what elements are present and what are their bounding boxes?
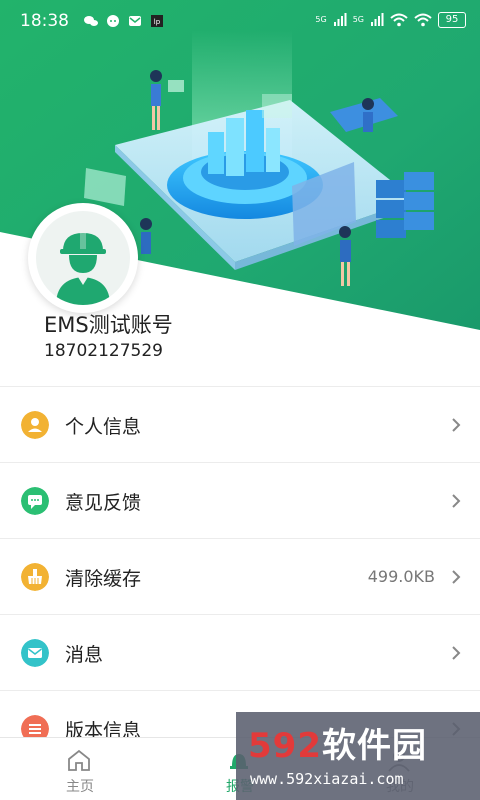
signal-label-1: 5G bbox=[315, 15, 327, 24]
home-icon bbox=[68, 749, 90, 771]
status-time: 18:38 bbox=[20, 11, 69, 31]
notification-icons: lp bbox=[83, 13, 165, 29]
user-phone: 18702127529 bbox=[44, 341, 163, 361]
watermark-url: www.592xiazai.com bbox=[250, 770, 404, 788]
menu-item-personal-info[interactable]: 个人信息 bbox=[0, 387, 480, 463]
svg-text:lp: lp bbox=[154, 18, 161, 26]
tab-home[interactable]: 主页 bbox=[0, 738, 160, 800]
menu-item-label: 清除缓存 bbox=[65, 568, 142, 590]
watermark-text: 软件园 bbox=[321, 726, 427, 766]
menu-item-clear-cache[interactable]: 清除缓存 499.0KB bbox=[0, 539, 480, 615]
menu-item-label: 个人信息 bbox=[65, 416, 142, 438]
avatar-frame bbox=[36, 211, 130, 305]
wifi-icon bbox=[414, 13, 432, 27]
menu-item-label: 意见反馈 bbox=[65, 492, 142, 514]
user-name: EMS测试账号 bbox=[44, 313, 173, 337]
menu-item-messages[interactable]: 消息 bbox=[0, 615, 480, 691]
person-icon bbox=[21, 411, 49, 439]
mail-icon bbox=[21, 639, 49, 667]
chat-icon bbox=[21, 487, 49, 515]
cache-size: 499.0KB bbox=[367, 567, 435, 586]
signal-label-2: 5G bbox=[352, 15, 364, 24]
cell-signal-icon bbox=[371, 13, 384, 26]
chevron-right-icon bbox=[452, 570, 461, 584]
menu-item-label: 消息 bbox=[65, 644, 104, 666]
wifi-icon bbox=[390, 13, 408, 27]
tab-label: 主页 bbox=[66, 779, 94, 795]
broom-icon bbox=[21, 563, 49, 591]
profile-screen: 18:38 lp 5G 5G 95 EMS测试账号 18702127529 个人… bbox=[0, 0, 480, 800]
status-bar: 18:38 lp 5G 5G 95 bbox=[0, 0, 480, 44]
avatar[interactable] bbox=[28, 203, 138, 313]
settings-menu: 个人信息 意见反馈 清除缓存 499.0KB 消息 版本信息 bbox=[0, 386, 480, 767]
site-watermark: 592软件园 www.592xiazai.com bbox=[236, 712, 480, 800]
battery-icon: 95 bbox=[438, 12, 466, 28]
email-notification-icon bbox=[129, 16, 141, 26]
chevron-right-icon bbox=[452, 494, 461, 508]
worker-helmet-icon bbox=[56, 233, 110, 305]
chevron-right-icon bbox=[452, 646, 461, 660]
watermark-digits: 592 bbox=[248, 726, 322, 766]
wechat-icon bbox=[84, 16, 98, 26]
system-status: 5G 5G 95 bbox=[315, 12, 466, 28]
cell-signal-icon bbox=[333, 13, 347, 26]
menu-item-feedback[interactable]: 意见反馈 bbox=[0, 463, 480, 539]
watermark-brand: 592软件园 bbox=[248, 718, 427, 767]
message-bubble-icon bbox=[107, 15, 119, 27]
app-notification-icon: lp bbox=[151, 15, 163, 27]
chevron-right-icon bbox=[452, 418, 461, 432]
